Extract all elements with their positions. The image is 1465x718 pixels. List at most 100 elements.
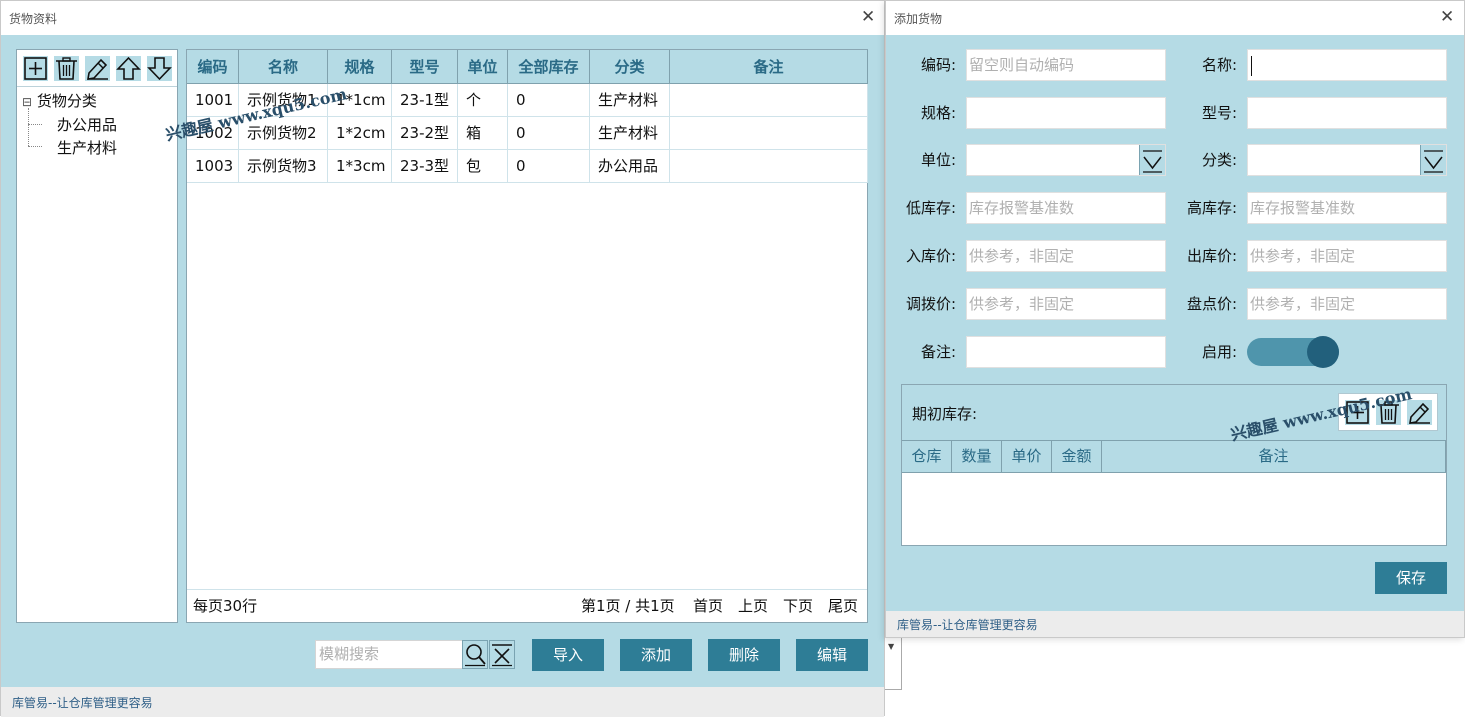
column-header[interactable]: 型号 — [392, 50, 458, 84]
import-button[interactable]: 导入 — [532, 639, 604, 671]
column-header[interactable]: 备注 — [670, 50, 868, 84]
dropdown-icon[interactable] — [1420, 145, 1446, 175]
cell-spec: 1*3cm — [328, 150, 392, 183]
transfer-price-input[interactable]: 供参考，非固定 — [966, 288, 1166, 320]
name-input[interactable] — [1247, 49, 1447, 81]
next-page-link[interactable]: 下页 — [783, 590, 813, 623]
cell-unit: 箱 — [458, 117, 508, 150]
column-header[interactable]: 单价 — [1002, 440, 1052, 473]
toggle-knob[interactable] — [1307, 336, 1339, 368]
arrow-down-icon[interactable] — [147, 56, 172, 81]
tree-item-office-supplies[interactable]: 办公用品 — [57, 114, 117, 135]
cell-stock: 0 — [508, 117, 590, 150]
column-header[interactable]: 数量 — [952, 440, 1002, 473]
cell-remark — [670, 84, 868, 117]
trash-icon[interactable] — [54, 56, 79, 81]
out-price-label: 出库价: — [1186, 247, 1237, 265]
close-icon[interactable]: ✕ — [1440, 7, 1454, 27]
prev-page-link[interactable]: 上页 — [738, 590, 768, 623]
column-header[interactable]: 金额 — [1052, 440, 1102, 473]
cell-stock: 0 — [508, 150, 590, 183]
spec-input[interactable] — [966, 97, 1166, 129]
model-input[interactable] — [1247, 97, 1447, 129]
category-tree-panel: ⊟ 货物分类 办公用品 生产材料 — [16, 49, 178, 623]
low-stock-input[interactable]: 库存报警基准数 — [966, 192, 1166, 224]
dropdown-icon[interactable] — [1139, 145, 1165, 175]
goods-grid: 编码 名称 规格 型号 单位 全部库存 分类 备注 1001 示例货物1 1*1… — [186, 49, 868, 623]
spec-label: 规格: — [920, 104, 956, 122]
search-icon[interactable] — [462, 640, 488, 669]
cell-stock: 0 — [508, 84, 590, 117]
low-stock-label: 低库存: — [905, 199, 956, 217]
cell-category: 办公用品 — [590, 150, 670, 183]
cell-category: 生产材料 — [590, 117, 670, 150]
opening-stock-table-body[interactable] — [902, 473, 1446, 545]
unit-select[interactable] — [966, 144, 1166, 176]
tree-guide-line — [28, 124, 42, 125]
background-window-edge: ▼ — [885, 638, 902, 690]
dialog-title: 添加货物 — [894, 12, 943, 26]
add-icon[interactable] — [23, 56, 48, 81]
cell-model: 23-1型 — [392, 84, 458, 117]
column-header[interactable]: 分类 — [590, 50, 670, 84]
cell-code: 1003 — [187, 150, 239, 183]
save-button[interactable]: 保存 — [1375, 562, 1447, 594]
transfer-price-label: 调拨价: — [905, 295, 956, 313]
text-cursor — [1251, 56, 1252, 76]
opening-stock-title: 期初库存: — [912, 405, 978, 423]
code-label: 编码: — [920, 56, 956, 74]
goods-window-titlebar: 货物资料 ✕ — [1, 1, 884, 35]
enabled-label: 启用: — [1201, 343, 1237, 361]
tree-guide-line — [28, 108, 29, 146]
window-title: 货物资料 — [9, 12, 58, 26]
cell-remark — [670, 150, 868, 183]
cell-name: 示例货物3 — [239, 150, 328, 183]
remark-label: 备注: — [920, 343, 956, 361]
edit-button[interactable]: 编辑 — [796, 639, 868, 671]
footer-text: 库管易--让仓库管理更容易 — [12, 696, 153, 710]
add-button[interactable]: 添加 — [620, 639, 692, 671]
code-input[interactable]: 留空则自动编码 — [966, 49, 1166, 81]
dialog-titlebar: 添加货物 ✕ — [886, 1, 1464, 35]
column-header[interactable]: 单位 — [458, 50, 508, 84]
cell-unit: 个 — [458, 84, 508, 117]
column-header[interactable]: 全部库存 — [508, 50, 590, 84]
check-price-label: 盘点价: — [1186, 295, 1237, 313]
close-icon[interactable]: ✕ — [861, 7, 875, 27]
column-header[interactable]: 编码 — [187, 50, 239, 84]
remark-input[interactable] — [966, 336, 1166, 368]
tree-root-node[interactable]: ⊟ 货物分类 — [22, 90, 97, 111]
table-row[interactable]: 1002 示例货物2 1*2cm 23-2型 箱 0 生产材料 — [187, 117, 868, 150]
check-price-input[interactable]: 供参考，非固定 — [1247, 288, 1447, 320]
tree-expander-icon[interactable]: ⊟ — [22, 95, 32, 109]
column-header[interactable]: 备注 — [1102, 440, 1446, 473]
cell-spec: 1*2cm — [328, 117, 392, 150]
edit-icon[interactable] — [85, 56, 110, 81]
in-price-input[interactable]: 供参考，非固定 — [966, 240, 1166, 272]
category-select[interactable] — [1247, 144, 1447, 176]
dropdown-arrow-icon: ▼ — [888, 642, 895, 651]
cell-unit: 包 — [458, 150, 508, 183]
first-page-link[interactable]: 首页 — [693, 590, 723, 623]
arrow-up-icon[interactable] — [116, 56, 141, 81]
table-row[interactable]: 1003 示例货物3 1*3cm 23-3型 包 0 办公用品 — [187, 150, 868, 183]
unit-label: 单位: — [920, 151, 956, 169]
cell-category: 生产材料 — [590, 84, 670, 117]
page-size-label: 每页30行 — [193, 597, 258, 615]
tree-item-production-materials[interactable]: 生产材料 — [57, 137, 117, 158]
column-header[interactable]: 仓库 — [902, 440, 952, 473]
search-input[interactable]: 模糊搜索 — [315, 640, 463, 669]
clear-filter-icon[interactable] — [489, 640, 515, 669]
tree-toolbar — [17, 50, 177, 87]
cell-remark — [670, 117, 868, 150]
model-label: 型号: — [1201, 104, 1237, 122]
out-price-input[interactable]: 供参考，非固定 — [1247, 240, 1447, 272]
column-header[interactable]: 名称 — [239, 50, 328, 84]
pager: 每页30行 第1页 / 共1页 首页 上页 下页 尾页 — [187, 589, 867, 622]
last-page-link[interactable]: 尾页 — [828, 590, 858, 623]
name-label: 名称: — [1201, 56, 1237, 74]
high-stock-label: 高库存: — [1186, 199, 1237, 217]
high-stock-input[interactable]: 库存报警基准数 — [1247, 192, 1447, 224]
column-header[interactable]: 规格 — [328, 50, 392, 84]
delete-button[interactable]: 删除 — [708, 639, 780, 671]
